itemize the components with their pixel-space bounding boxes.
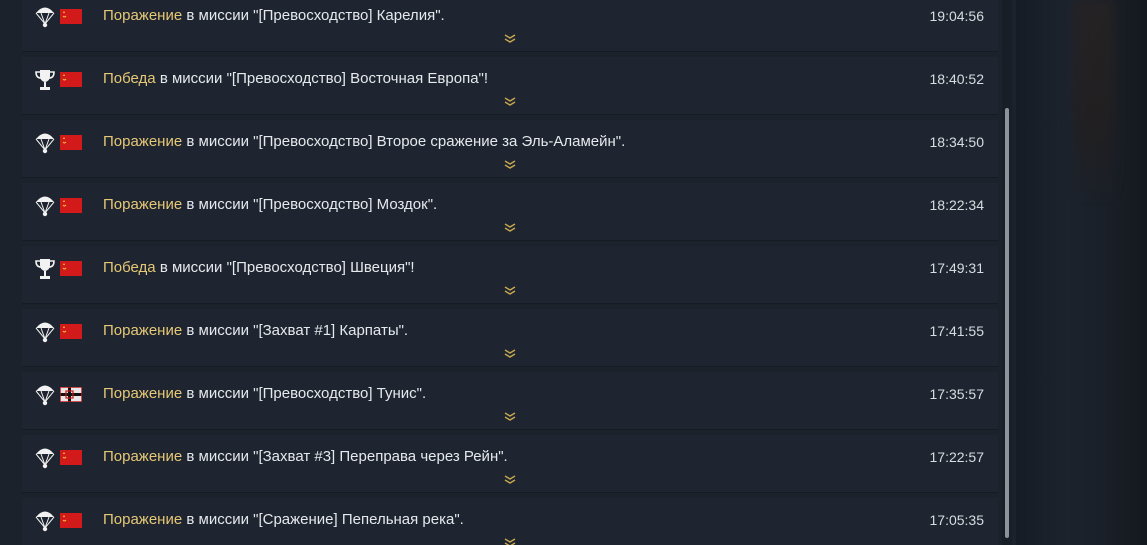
mission-description: в миссии "[Превосходство] Карелия". [182, 7, 445, 24]
battle-log-row[interactable]: Поражение в миссии "[Превосходство] Мозд… [22, 183, 998, 241]
battle-log-row[interactable]: Поражение в миссии "[Превосходство] Втор… [22, 120, 998, 178]
battle-result-message: Поражение в миссии "[Превосходство] Туни… [103, 385, 426, 402]
battle-outcome-label: Поражение [103, 385, 183, 402]
battle-log-row[interactable]: Поражение в миссии "[Захват #1] Карпаты"… [22, 309, 998, 367]
trophy-icon [34, 256, 56, 282]
battle-outcome-label: Победа [103, 70, 156, 87]
parachute-icon [34, 319, 56, 345]
chevron-double-down-icon[interactable] [502, 94, 518, 106]
ussr-flag-icon [60, 513, 82, 528]
chevron-double-down-icon[interactable] [502, 346, 518, 358]
parachute-icon [34, 130, 56, 156]
battle-timestamp: 18:40:52 [929, 71, 985, 87]
battle-result-message: Поражение в миссии "[Захват #1] Карпаты"… [103, 322, 408, 339]
mission-description: в миссии "[Превосходство] Моздок". [182, 196, 438, 213]
parachute-icon [34, 193, 56, 219]
parachute-icon [34, 445, 56, 471]
mission-description: в миссии "[Захват #3] Переправа через Ре… [182, 448, 508, 465]
battle-log-row[interactable]: Поражение в миссии "[Захват #3] Переправ… [22, 435, 998, 493]
ussr-flag-icon [60, 72, 82, 87]
scrollbar-thumb[interactable] [1005, 108, 1009, 538]
battle-timestamp: 19:04:56 [929, 8, 985, 24]
chevron-double-down-icon[interactable] [502, 157, 518, 169]
battle-result-message: Поражение в миссии "[Превосходство] Втор… [103, 133, 625, 150]
mission-description: в миссии "[Превосходство] Восточная Евро… [155, 70, 489, 87]
battle-log-row[interactable]: Победа в миссии "[Превосходство] Швеция"… [22, 246, 998, 304]
battle-timestamp: 17:22:57 [929, 449, 985, 465]
parachute-icon [34, 4, 56, 30]
ussr-flag-icon [60, 450, 82, 465]
chevron-double-down-icon[interactable] [502, 31, 518, 43]
ussr-flag-icon [60, 324, 82, 339]
battle-timestamp: 17:49:31 [929, 260, 985, 276]
battle-outcome-label: Поражение [103, 511, 183, 528]
trophy-icon [34, 67, 56, 93]
battle-log-row[interactable]: Поражение в миссии "[Сражение] Пепельная… [22, 498, 998, 545]
battle-result-message: Победа в миссии "[Превосходство] Восточн… [103, 70, 488, 87]
battle-timestamp: 17:41:55 [929, 323, 985, 339]
battle-log-row[interactable]: Поражение в миссии "[Превосходство] Туни… [22, 372, 998, 430]
battle-outcome-label: Победа [103, 259, 156, 276]
battle-timestamp: 18:34:50 [929, 134, 985, 150]
battle-outcome-label: Поражение [103, 448, 183, 465]
ussr-flag-icon [60, 9, 82, 24]
chevron-double-down-icon[interactable] [502, 472, 518, 484]
battle-log-list: Поражение в миссии "[Превосходство] Каре… [22, 0, 998, 545]
ussr-flag-icon [60, 261, 82, 276]
battle-log-row[interactable]: Поражение в миссии "[Превосходство] Каре… [22, 0, 998, 52]
ussr-flag-icon [60, 135, 82, 150]
battle-timestamp: 17:05:35 [929, 512, 985, 528]
chevron-double-down-icon[interactable] [502, 409, 518, 421]
mission-description: в миссии "[Сражение] Пепельная река". [182, 511, 464, 528]
battle-log-row[interactable]: Победа в миссии "[Превосходство] Восточн… [22, 57, 998, 115]
mission-description: в миссии "[Превосходство] Второе сражени… [182, 133, 626, 150]
battle-result-message: Поражение в миссии "[Сражение] Пепельная… [103, 511, 464, 528]
background-blur [1074, 0, 1114, 200]
germany-flag-icon [59, 386, 83, 403]
parachute-icon [34, 382, 56, 408]
battle-outcome-label: Поражение [103, 7, 183, 24]
battle-result-message: Поражение в миссии "[Захват #3] Переправ… [103, 448, 508, 465]
battle-result-message: Поражение в миссии "[Превосходство] Каре… [103, 7, 445, 24]
battle-outcome-label: Поражение [103, 196, 183, 213]
scrollbar[interactable] [1002, 0, 1012, 545]
background-side-area [1016, 0, 1147, 545]
mission-description: в миссии "[Превосходство] Тунис". [182, 385, 427, 402]
chevron-double-down-icon[interactable] [502, 283, 518, 295]
mission-description: в миссии "[Превосходство] Швеция"! [155, 259, 415, 276]
battle-timestamp: 17:35:57 [929, 386, 985, 402]
chevron-double-down-icon[interactable] [502, 535, 518, 545]
ussr-flag-icon [60, 198, 82, 213]
battle-result-message: Победа в миссии "[Превосходство] Швеция"… [103, 259, 415, 276]
battle-outcome-label: Поражение [103, 133, 183, 150]
mission-description: в миссии "[Захват #1] Карпаты". [182, 322, 409, 339]
chevron-double-down-icon[interactable] [502, 220, 518, 232]
battle-result-message: Поражение в миссии "[Превосходство] Мозд… [103, 196, 437, 213]
battle-log-panel: Поражение в миссии "[Превосходство] Каре… [0, 0, 1016, 545]
battle-timestamp: 18:22:34 [929, 197, 985, 213]
battle-outcome-label: Поражение [103, 322, 183, 339]
parachute-icon [34, 508, 56, 534]
